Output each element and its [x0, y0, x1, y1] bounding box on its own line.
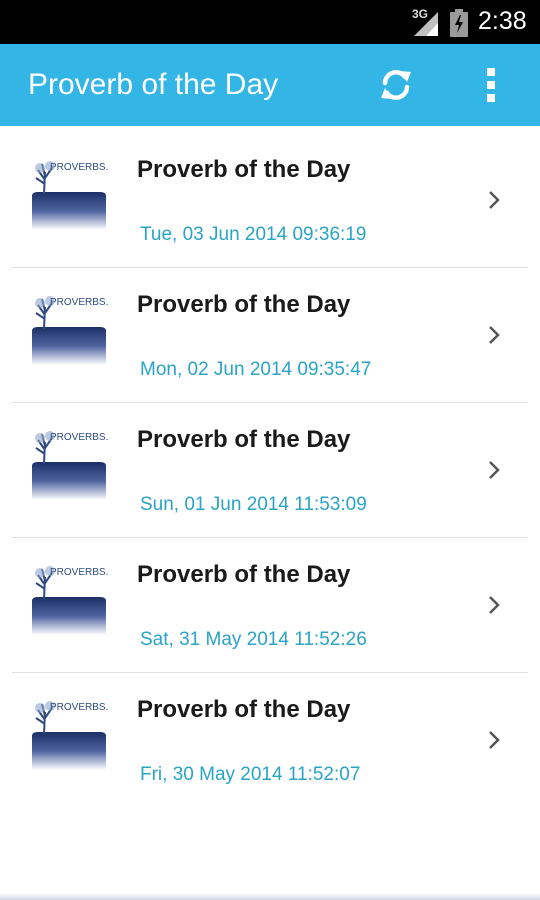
item-title: Proverb of the Day [137, 561, 351, 588]
svg-text:PROVERBS.: PROVERBS. [50, 432, 108, 443]
chevron-right-icon [489, 191, 500, 209]
item-title: Proverb of the Day [137, 291, 351, 318]
svg-text:PROVERBS.: PROVERBS. [50, 567, 108, 578]
chevron-right-icon [489, 326, 500, 344]
chevron-right-icon [489, 731, 500, 749]
proverbs-logo-icon: PROVERBS. [32, 701, 108, 770]
svg-text:PROVERBS.: PROVERBS. [50, 162, 108, 173]
app-title: Proverb of the Day [28, 68, 279, 101]
refresh-icon[interactable] [376, 65, 416, 105]
proverbs-logo-icon: PROVERBS. [32, 431, 108, 500]
item-date: Sat, 31 May 2014 11:52:26 [140, 629, 367, 650]
chevron-right-icon [489, 596, 500, 614]
list-item[interactable]: PROVERBS. Proverb of the Day Sat, 31 May… [0, 531, 540, 666]
list-item[interactable]: PROVERBS. Proverb of the Day Tue, 03 Jun… [0, 126, 540, 261]
item-date: Sun, 01 Jun 2014 11:53:09 [140, 494, 367, 515]
chevron-right-icon [489, 461, 500, 479]
clock: 2:38 [478, 7, 527, 35]
status-bar: 3G 2:38 [0, 0, 540, 44]
action-bar: Proverb of the Day [0, 44, 540, 126]
item-date: Tue, 03 Jun 2014 09:36:19 [140, 224, 367, 245]
svg-text:PROVERBS.: PROVERBS. [50, 297, 108, 308]
item-title: Proverb of the Day [137, 696, 351, 723]
svg-text:PROVERBS.: PROVERBS. [50, 702, 108, 713]
screen-bottom-edge [0, 893, 540, 900]
item-title: Proverb of the Day [137, 156, 351, 183]
list-item[interactable]: PROVERBS. Proverb of the Day Mon, 02 Jun… [0, 261, 540, 396]
proverbs-logo-icon: PROVERBS. [32, 161, 108, 230]
overflow-menu-icon[interactable] [478, 64, 504, 106]
list-item[interactable]: PROVERBS. Proverb of the Day Fri, 30 May… [0, 666, 540, 801]
proverbs-logo-icon: PROVERBS. [32, 296, 108, 365]
battery-icon [450, 9, 468, 37]
item-date: Fri, 30 May 2014 11:52:07 [140, 764, 361, 785]
proverbs-logo-icon: PROVERBS. [32, 566, 108, 635]
item-date: Mon, 02 Jun 2014 09:35:47 [140, 359, 372, 380]
list-item[interactable]: PROVERBS. Proverb of the Day Sun, 01 Jun… [0, 396, 540, 531]
signal-icon [414, 12, 438, 36]
item-title: Proverb of the Day [137, 426, 351, 453]
